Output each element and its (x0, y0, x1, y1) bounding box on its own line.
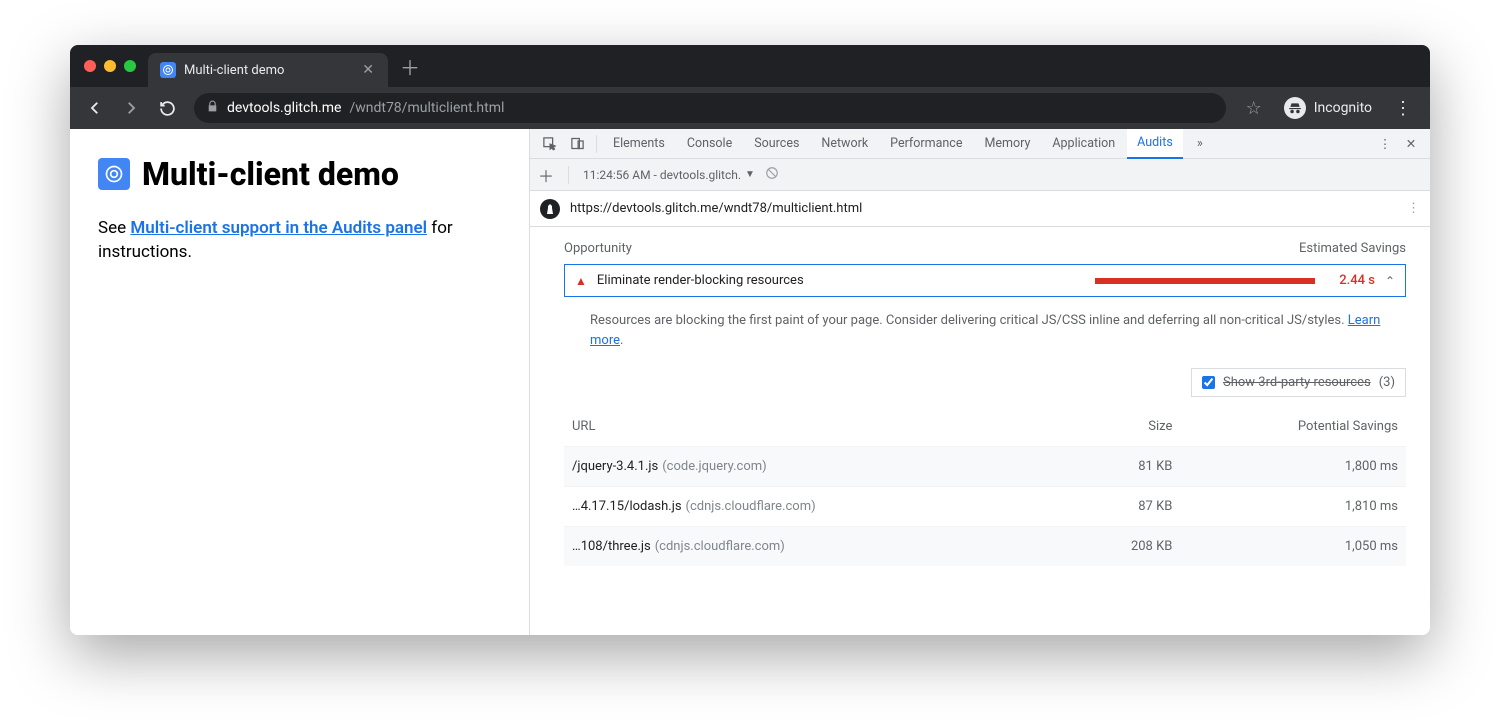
lighthouse-icon (540, 199, 560, 219)
window-controls (84, 60, 136, 72)
table-row[interactable]: …4.17.15/lodash.js (cdnjs.cloudflare.com)… (564, 487, 1406, 527)
incognito-label: Incognito (1314, 100, 1372, 116)
incognito-indicator[interactable]: Incognito (1276, 97, 1380, 119)
caret-down-icon: ▼ (745, 169, 755, 180)
resource-size: 87 KB (1069, 487, 1181, 527)
resource-path: /jquery-3.4.1.js (572, 459, 658, 474)
devtools-tab-application[interactable]: Application (1042, 129, 1125, 159)
device-toolbar-icon[interactable] (564, 131, 590, 157)
audit-run-selector[interactable]: 11:24:56 AM - devtools.glitch. ▼ (583, 168, 755, 182)
forward-button[interactable] (116, 93, 146, 123)
separator (568, 166, 569, 184)
favicon-icon (160, 62, 176, 78)
resource-host: (cdnjs.cloudflare.com) (655, 539, 785, 554)
devtools-tab-network[interactable]: Network (811, 129, 878, 159)
back-button[interactable] (80, 93, 110, 123)
opportunity-time: 2.44 s (1325, 273, 1375, 288)
resource-host: (cdnjs.cloudflare.com) (686, 499, 816, 514)
browser-toolbar: devtools.glitch.me/wndt78/multiclient.ht… (70, 87, 1430, 129)
resource-path: …4.17.15/lodash.js (572, 499, 682, 514)
warning-triangle-icon: ▲ (575, 274, 587, 288)
page-body: See Multi-client support in the Audits p… (98, 217, 501, 265)
devtools-tab-sources[interactable]: Sources (744, 129, 809, 159)
devtools-tab-memory[interactable]: Memory (974, 129, 1040, 159)
more-tabs-icon[interactable]: » (1187, 131, 1213, 157)
opportunity-row[interactable]: ▲ Eliminate render-blocking resources 2.… (564, 264, 1406, 297)
lock-icon (206, 100, 219, 117)
devtools-tab-audits[interactable]: Audits (1127, 129, 1183, 159)
col-url: URL (564, 407, 1069, 447)
close-devtools-icon[interactable]: ✕ (1398, 131, 1424, 157)
third-party-label: Show 3rd-party resources (1223, 375, 1371, 390)
content-area: Multi-client demo See Multi-client suppo… (70, 129, 1430, 635)
url-path: /wndt78/multiclient.html (349, 100, 504, 116)
audit-run-label: 11:24:56 AM - devtools.glitch. (583, 168, 741, 182)
audits-toolbar: ＋ 11:24:56 AM - devtools.glitch. ▼ (530, 159, 1430, 191)
resource-savings: 1,810 ms (1180, 487, 1406, 527)
resource-size: 208 KB (1069, 527, 1181, 567)
address-bar[interactable]: devtools.glitch.me/wndt78/multiclient.ht… (194, 93, 1226, 123)
incognito-icon (1284, 97, 1306, 119)
third-party-count: (3) (1379, 375, 1395, 390)
audit-url-menu-icon[interactable]: ⋮ (1407, 201, 1420, 216)
audits-body: Opportunity Estimated Savings ▲ Eliminat… (530, 227, 1430, 635)
browser-tab[interactable]: Multi-client demo ✕ (148, 53, 388, 87)
resource-size: 81 KB (1069, 447, 1181, 487)
page-heading: Multi-client demo (98, 155, 501, 193)
audit-url: https://devtools.glitch.me/wndt78/multic… (570, 201, 862, 216)
url-domain: devtools.glitch.me (227, 100, 341, 116)
audit-url-row: https://devtools.glitch.me/wndt78/multic… (530, 191, 1430, 227)
reload-button[interactable] (152, 93, 182, 123)
opportunity-desc-suffix: . (620, 333, 623, 348)
devtools-tab-elements[interactable]: Elements (603, 129, 675, 159)
third-party-checkbox[interactable] (1202, 376, 1215, 389)
opportunity-description: Resources are blocking the first paint o… (590, 311, 1402, 350)
tab-strip: Multi-client demo ✕ ＋ (70, 45, 1430, 87)
opportunity-header-label: Opportunity (564, 241, 632, 256)
close-tab-icon[interactable]: ✕ (362, 62, 374, 78)
resources-table: URL Size Potential Savings /jquery-3.4.1… (564, 407, 1406, 566)
resource-savings: 1,800 ms (1180, 447, 1406, 487)
rendered-page: Multi-client demo See Multi-client suppo… (70, 129, 530, 635)
tab-title: Multi-client demo (184, 63, 284, 78)
table-row[interactable]: /jquery-3.4.1.js (code.jquery.com) 81 KB1,… (564, 447, 1406, 487)
close-window-button[interactable] (84, 60, 96, 72)
maximize-window-button[interactable] (124, 60, 136, 72)
devtools-tab-console[interactable]: Console (677, 129, 742, 159)
clear-icon[interactable] (765, 166, 779, 184)
opportunity-desc-text: Resources are blocking the first paint o… (590, 313, 1348, 328)
devtools-menu-icon[interactable]: ⋮ (1372, 131, 1398, 157)
devtools-tab-performance[interactable]: Performance (880, 129, 972, 159)
browser-menu-icon[interactable]: ⋮ (1386, 98, 1420, 119)
browser-window: Multi-client demo ✕ ＋ devtools.glitch.me… (70, 45, 1430, 635)
devtools-panel: ElementsConsoleSourcesNetworkPerformance… (530, 129, 1430, 635)
resource-path: …108/three.js (572, 539, 651, 554)
savings-bar (1095, 278, 1315, 284)
page-heading-text: Multi-client demo (142, 155, 399, 193)
opportunity-title: Eliminate render-blocking resources (597, 273, 804, 288)
bookmark-icon[interactable]: ☆ (1246, 98, 1262, 119)
new-audit-button[interactable]: ＋ (538, 163, 554, 187)
devtools-tabbar: ElementsConsoleSourcesNetworkPerformance… (530, 129, 1430, 159)
estimated-savings-label: Estimated Savings (1299, 241, 1406, 256)
page-body-prefix: See (98, 218, 130, 238)
resource-host: (code.jquery.com) (662, 459, 766, 474)
chevron-up-icon: ⌃ (1385, 274, 1395, 288)
separator (596, 135, 597, 153)
col-size: Size (1069, 407, 1181, 447)
minimize-window-button[interactable] (104, 60, 116, 72)
page-link[interactable]: Multi-client support in the Audits panel (130, 218, 427, 238)
new-tab-button[interactable]: ＋ (400, 52, 420, 81)
col-savings: Potential Savings (1180, 407, 1406, 447)
resource-savings: 1,050 ms (1180, 527, 1406, 567)
opportunity-header-row: Opportunity Estimated Savings (564, 241, 1406, 256)
table-row[interactable]: …108/three.js (cdnjs.cloudflare.com) 208 K… (564, 527, 1406, 567)
inspect-element-icon[interactable] (536, 131, 562, 157)
page-logo-icon (98, 158, 130, 190)
third-party-toggle[interactable]: Show 3rd-party resources (3) (1191, 368, 1406, 397)
